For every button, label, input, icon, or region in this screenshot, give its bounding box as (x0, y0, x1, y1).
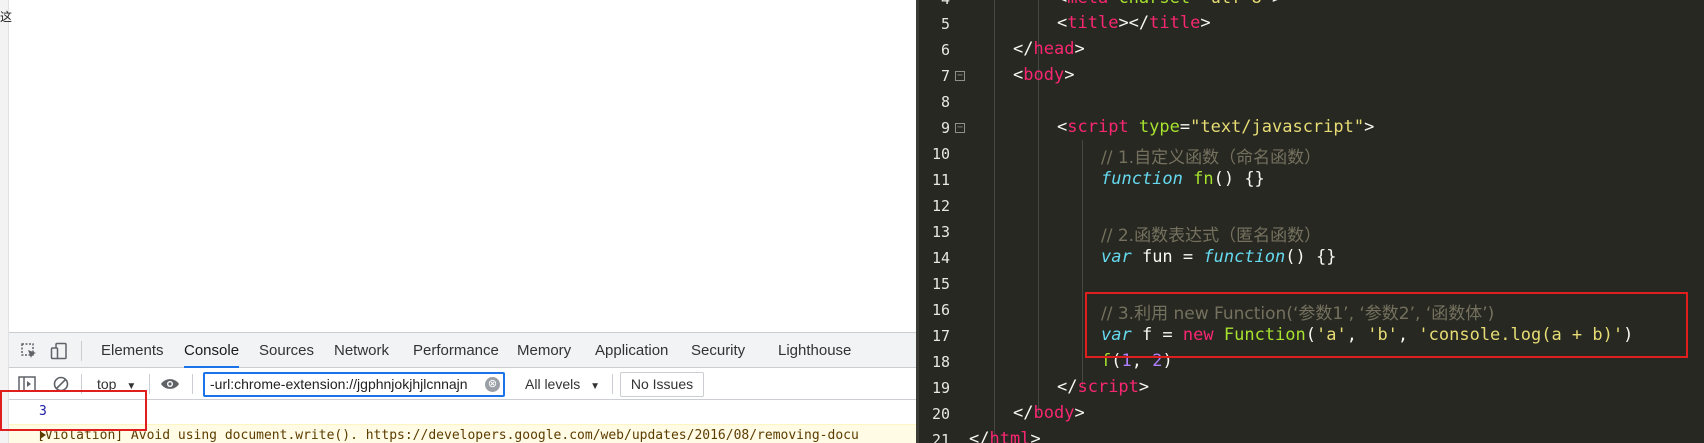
tab-console[interactable]: Console (184, 333, 240, 368)
line-number: 7 (940, 67, 950, 85)
tab-security[interactable]: Security (691, 333, 745, 368)
devtools-tab-bar: Elements Console Sources Network Perform… (9, 333, 916, 368)
page-viewport (0, 0, 916, 332)
inspect-element-icon[interactable] (17, 339, 41, 363)
tab-memory[interactable]: Memory (517, 333, 571, 368)
tab-sources[interactable]: Sources (259, 333, 314, 368)
toolbar-divider (612, 374, 613, 394)
line-number: 8 (940, 93, 950, 111)
line-number: 15 (931, 275, 950, 293)
code-editor: 4 <meta charset="utf-8"> 5 <title></titl… (916, 0, 1704, 443)
code-content: function fn() {} (1101, 169, 1265, 189)
issues-button[interactable]: No Issues (620, 372, 704, 397)
code-line-12[interactable]: 12 (916, 194, 1704, 220)
code-content: </head> (1013, 39, 1085, 59)
page-clipped-text: 这 (0, 10, 13, 24)
code-line-20[interactable]: 20 </body> (916, 402, 1704, 428)
tab-network[interactable]: Network (334, 333, 389, 368)
line-number: 5 (940, 15, 950, 33)
filter-input-value: -url:chrome-extension://jgphnjokjhjlcnna… (210, 376, 468, 392)
toolbar-divider (192, 374, 193, 394)
tab-elements[interactable]: Elements (101, 333, 164, 368)
code-line-13[interactable]: 13 // 2.函数表达式（匿名函数） (916, 220, 1704, 246)
code-line-14[interactable]: 14 var fun = function() {} (916, 246, 1704, 272)
annotation-box-code (1085, 292, 1688, 358)
clear-filter-icon[interactable]: ⊗ (485, 377, 500, 392)
code-content: var fun = function() {} (1101, 247, 1337, 267)
code-line-11[interactable]: 11 function fn() {} (916, 168, 1704, 194)
log-levels-value: All levels (525, 376, 581, 392)
code-content: </html> (969, 429, 1041, 443)
code-content: <meta charset="utf-8"> (1057, 0, 1282, 8)
code-line-6[interactable]: 6 </head> (916, 38, 1704, 64)
tab-application[interactable]: Application (595, 333, 668, 368)
line-number: 6 (940, 41, 950, 59)
line-number: 17 (931, 327, 950, 345)
code-content: </script> (1057, 377, 1150, 397)
line-number: 19 (931, 379, 950, 397)
line-number: 18 (931, 353, 950, 371)
browser-pane: 这 Elements Console Sources Network Perfo… (0, 0, 916, 443)
code-content: <body> (1013, 65, 1075, 85)
console-filter-input[interactable]: -url:chrome-extension://jgphnjokjhjlcnna… (203, 372, 505, 397)
eye-icon[interactable] (158, 372, 182, 396)
line-number: 9 (940, 119, 950, 137)
console-warning-text: [Violation] Avoid using document.write()… (37, 428, 859, 443)
code-content: <title></title> (1057, 13, 1211, 33)
line-number: 10 (931, 145, 950, 163)
page-left-edge: 这 (0, 0, 13, 443)
line-number: 12 (931, 197, 950, 215)
annotation-box-output (0, 390, 147, 431)
fold-toggle-icon[interactable]: − (955, 123, 965, 133)
code-content: </body> (1013, 403, 1085, 423)
code-line-19[interactable]: 19 </script> (916, 376, 1704, 402)
code-line-21[interactable]: 21 </html> (916, 428, 1704, 443)
line-number: 16 (931, 301, 950, 319)
toolbar-divider (149, 374, 150, 394)
code-line-5[interactable]: 5 <title></title> (916, 12, 1704, 38)
chevron-down-icon: ▼ (590, 381, 601, 392)
line-number: 4 (916, 0, 950, 8)
code-content: <script type="text/javascript"> (1057, 117, 1375, 137)
tab-lighthouse[interactable]: Lighthouse (778, 333, 851, 368)
device-toolbar-icon[interactable] (47, 339, 71, 363)
code-comment: // 2.函数表达式（匿名函数） (1101, 226, 1322, 246)
code-line-8[interactable]: 8 (916, 90, 1704, 116)
tab-performance[interactable]: Performance (413, 333, 499, 368)
code-line-9[interactable]: 9 − <script type="text/javascript"> (916, 116, 1704, 142)
line-number: 14 (931, 249, 950, 267)
code-line-7[interactable]: 7 − <body> (916, 64, 1704, 90)
log-levels-dropdown[interactable]: All levels ▼ (525, 374, 600, 394)
code-comment: // 1.自定义函数（命名函数） (1101, 148, 1322, 168)
toolbar-divider (81, 341, 82, 361)
line-number: 11 (931, 171, 950, 189)
line-number: 21 (931, 431, 950, 443)
code-line-10[interactable]: 10 // 1.自定义函数（命名函数） (916, 142, 1704, 168)
screenshot-root: 这 Elements Console Sources Network Perfo… (0, 0, 1704, 443)
line-number: 20 (931, 405, 950, 423)
line-number: 13 (931, 223, 950, 241)
fold-toggle-icon[interactable]: − (955, 71, 965, 81)
